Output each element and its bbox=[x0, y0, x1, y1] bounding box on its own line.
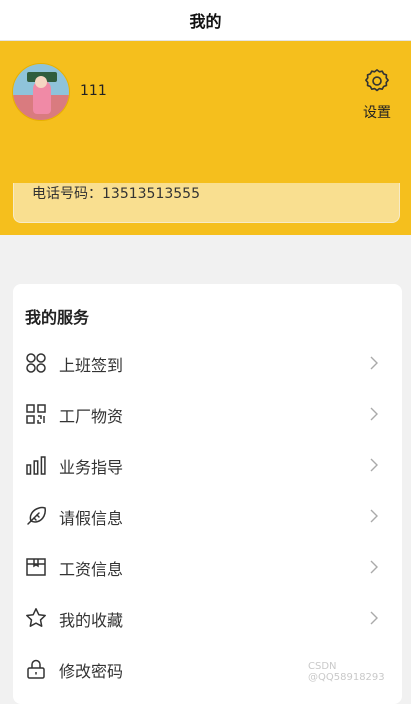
service-item-salary[interactable]: 工资信息 bbox=[13, 542, 402, 593]
feather-icon bbox=[24, 504, 48, 528]
qrcode-icon bbox=[24, 402, 48, 426]
phone-number: 电话号码：13513513555 bbox=[32, 186, 200, 202]
service-item-label: 我的收藏 bbox=[59, 611, 124, 630]
service-item-label: 上班签到 bbox=[59, 356, 124, 375]
avatar[interactable] bbox=[12, 63, 70, 121]
username: 111 bbox=[80, 83, 107, 99]
profile-header: 111 设置 电话号码：13513513555 bbox=[0, 41, 411, 235]
chevron-right-icon bbox=[369, 406, 379, 422]
phone-card: 电话号码：13513513555 bbox=[13, 183, 400, 223]
chevron-right-icon bbox=[369, 610, 379, 626]
service-item-favorites[interactable]: 我的收藏 bbox=[13, 593, 402, 644]
services-title: 我的服务 bbox=[25, 308, 90, 327]
settings-label: 设置 bbox=[363, 105, 391, 121]
chevron-right-icon bbox=[369, 355, 379, 371]
chevron-right-icon bbox=[369, 457, 379, 473]
chevron-right-icon bbox=[369, 508, 379, 524]
services-card: 我的服务 上班签到 工厂物资 业务指导 请假信息 工资信息 我的收藏 修改密码 bbox=[13, 284, 402, 704]
settings-button[interactable]: 设置 bbox=[358, 67, 396, 121]
service-item-guidance[interactable]: 业务指导 bbox=[13, 440, 402, 491]
service-item-label: 请假信息 bbox=[59, 509, 124, 528]
lock-icon bbox=[24, 657, 48, 681]
bar-chart-icon bbox=[24, 453, 48, 477]
chevron-right-icon bbox=[369, 559, 379, 575]
top-nav-bar: 我的 bbox=[0, 0, 411, 41]
service-item-leave[interactable]: 请假信息 bbox=[13, 491, 402, 542]
page-title: 我的 bbox=[189, 12, 222, 31]
service-item-label: 业务指导 bbox=[59, 458, 124, 477]
watermark: CSDN @QQ58918293 bbox=[308, 661, 385, 683]
service-item-label: 修改密码 bbox=[59, 662, 124, 681]
avatar-head bbox=[35, 76, 47, 88]
box-icon bbox=[24, 555, 48, 579]
gear-icon bbox=[363, 67, 391, 99]
service-item-materials[interactable]: 工厂物资 bbox=[13, 389, 402, 440]
service-item-label: 工厂物资 bbox=[59, 407, 124, 426]
star-icon bbox=[24, 606, 48, 630]
clover-icon bbox=[24, 351, 48, 375]
service-item-label: 工资信息 bbox=[59, 560, 124, 579]
service-item-checkin[interactable]: 上班签到 bbox=[13, 338, 402, 389]
